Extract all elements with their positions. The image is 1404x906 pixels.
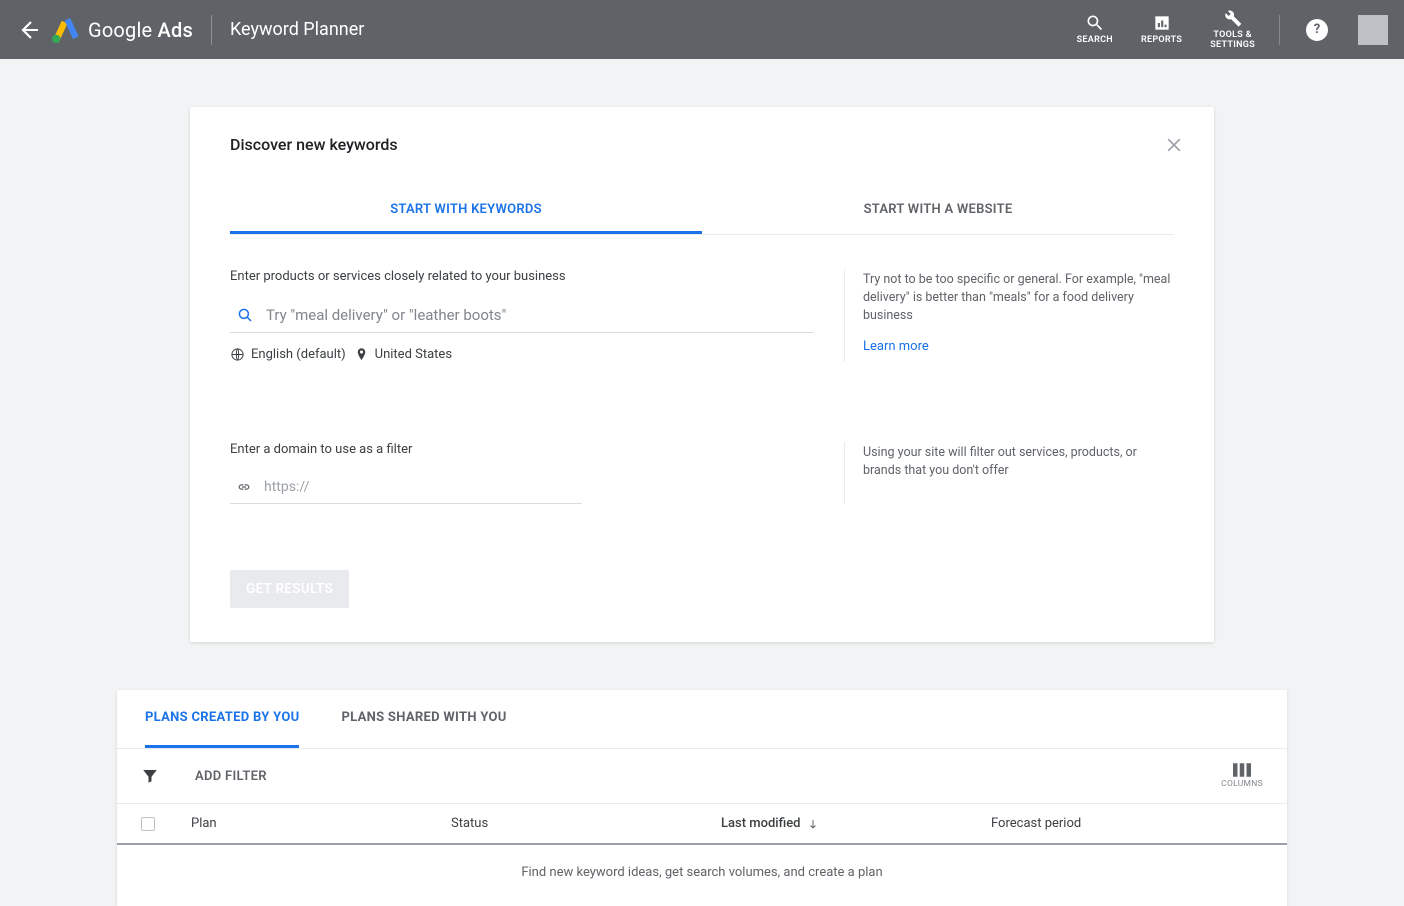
search-label: SEARCH: [1077, 36, 1113, 46]
google-ads-logo-icon: [52, 18, 80, 42]
domain-input[interactable]: [264, 479, 582, 495]
location-selector[interactable]: United States: [354, 347, 452, 362]
columns-icon: [1233, 763, 1251, 777]
divider: [1279, 15, 1280, 45]
tools-label: TOOLS & SETTINGS: [1210, 31, 1255, 51]
domain-input-row[interactable]: [230, 473, 582, 504]
divider: [211, 15, 212, 45]
help-button[interactable]: ?: [1306, 19, 1328, 41]
sort-arrow-down-icon: [807, 818, 819, 830]
filter-icon[interactable]: [141, 767, 159, 785]
domain-section: Enter a domain to use as a filter Using …: [230, 442, 1174, 504]
reports-button[interactable]: REPORTS: [1127, 13, 1196, 46]
plans-empty-message: Find new keyword ideas, get search volum…: [117, 845, 1287, 906]
search-icon: [236, 306, 254, 324]
columns-label: COLUMNS: [1221, 779, 1263, 789]
keyword-input-row[interactable]: [230, 300, 814, 333]
link-icon: [236, 479, 252, 495]
card-title: Discover new keywords: [230, 135, 1174, 154]
filter-row: ADD FILTER COLUMNS: [117, 749, 1287, 804]
keyword-section: Enter products or services closely relat…: [230, 269, 1174, 362]
tab-plans-created[interactable]: PLANS CREATED BY YOU: [145, 690, 299, 748]
hint-text-1: Try not to be too specific or general. F…: [863, 271, 1174, 325]
learn-more-link[interactable]: Learn more: [863, 339, 929, 354]
globe-icon: [230, 347, 245, 362]
header-actions: SEARCH REPORTS TOOLS & SETTINGS ?: [1063, 0, 1388, 59]
tab-start-website[interactable]: START WITH A WEBSITE: [702, 188, 1174, 234]
pin-icon: [354, 347, 369, 362]
col-status[interactable]: Status: [451, 816, 721, 831]
col-last-modified-label: Last modified: [721, 816, 801, 831]
back-arrow-button[interactable]: [16, 18, 40, 42]
account-placeholder[interactable]: [1358, 15, 1388, 45]
get-results-button[interactable]: GET RESULTS: [230, 570, 349, 608]
domain-left: Enter a domain to use as a filter: [230, 442, 844, 504]
select-all-checkbox[interactable]: [141, 817, 155, 831]
product-title: Keyword Planner: [230, 19, 364, 40]
keyword-input[interactable]: [266, 306, 814, 324]
brand-text: Google Ads: [88, 18, 193, 42]
plans-card: PLANS CREATED BY YOU PLANS SHARED WITH Y…: [117, 690, 1287, 906]
close-button[interactable]: [1164, 135, 1184, 159]
location-label: United States: [375, 347, 452, 362]
products-field-label: Enter products or services closely relat…: [230, 269, 814, 284]
tab-start-keywords[interactable]: START WITH KEYWORDS: [230, 188, 702, 234]
brand-ads: Ads: [158, 18, 193, 42]
columns-button[interactable]: COLUMNS: [1221, 763, 1263, 789]
tab-plans-shared[interactable]: PLANS SHARED WITH YOU: [341, 690, 506, 748]
plans-table-header: Plan Status Last modified Forecast perio…: [117, 804, 1287, 845]
domain-field-label: Enter a domain to use as a filter: [230, 442, 814, 457]
language-label: English (default): [251, 347, 346, 362]
col-forecast[interactable]: Forecast period: [991, 816, 1263, 831]
keyword-hint: Try not to be too specific or general. F…: [844, 269, 1174, 362]
start-tabs: START WITH KEYWORDS START WITH A WEBSITE: [230, 188, 1174, 235]
language-location-row: English (default) United States: [230, 347, 814, 362]
plans-tabs: PLANS CREATED BY YOU PLANS SHARED WITH Y…: [117, 690, 1287, 749]
domain-hint: Using your site will filter out services…: [844, 442, 1174, 504]
col-last-modified[interactable]: Last modified: [721, 816, 991, 831]
hint-text-2: Using your site will filter out services…: [863, 444, 1174, 480]
add-filter-button[interactable]: ADD FILTER: [195, 769, 267, 784]
language-selector[interactable]: English (default): [230, 347, 346, 362]
discover-keywords-card: Discover new keywords START WITH KEYWORD…: [190, 107, 1214, 642]
app-header: Google Ads Keyword Planner SEARCH REPORT…: [0, 0, 1404, 59]
brand-google: Google: [88, 18, 152, 42]
col-plan[interactable]: Plan: [191, 816, 451, 831]
reports-label: REPORTS: [1141, 36, 1182, 46]
search-button[interactable]: SEARCH: [1063, 13, 1127, 46]
keyword-left: Enter products or services closely relat…: [230, 269, 844, 362]
tools-settings-button[interactable]: TOOLS & SETTINGS: [1196, 8, 1269, 51]
